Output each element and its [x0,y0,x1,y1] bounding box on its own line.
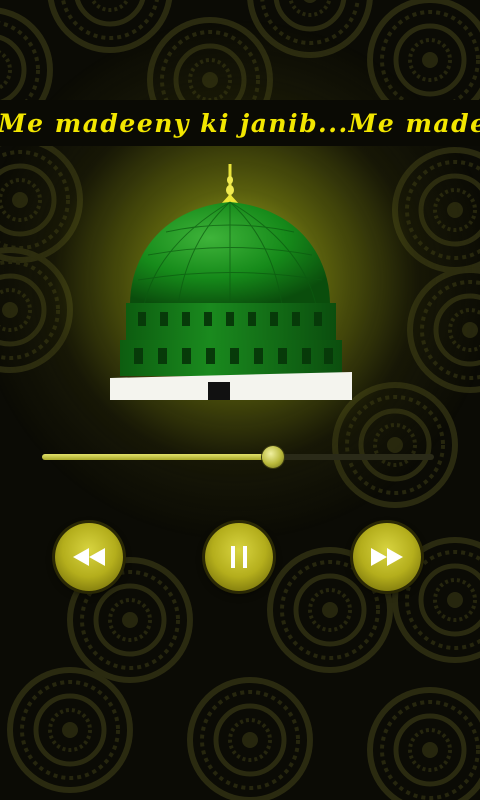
song-title-text: Me madeeny ki janib...Me madeeny ki jani… [0,108,480,138]
song-title-ticker: Me madeeny ki janib...Me madeeny ki jani… [0,100,480,146]
rewind-button[interactable] [55,523,123,591]
rewind-icon [71,546,107,568]
green-dome-image [108,160,354,402]
seek-thumb[interactable] [262,446,284,468]
fast-forward-button[interactable] [353,523,421,591]
seek-progress [42,454,273,460]
pause-icon [230,545,248,569]
seek-bar[interactable] [42,445,434,469]
fast-forward-icon [369,546,405,568]
pause-button[interactable] [205,523,273,591]
